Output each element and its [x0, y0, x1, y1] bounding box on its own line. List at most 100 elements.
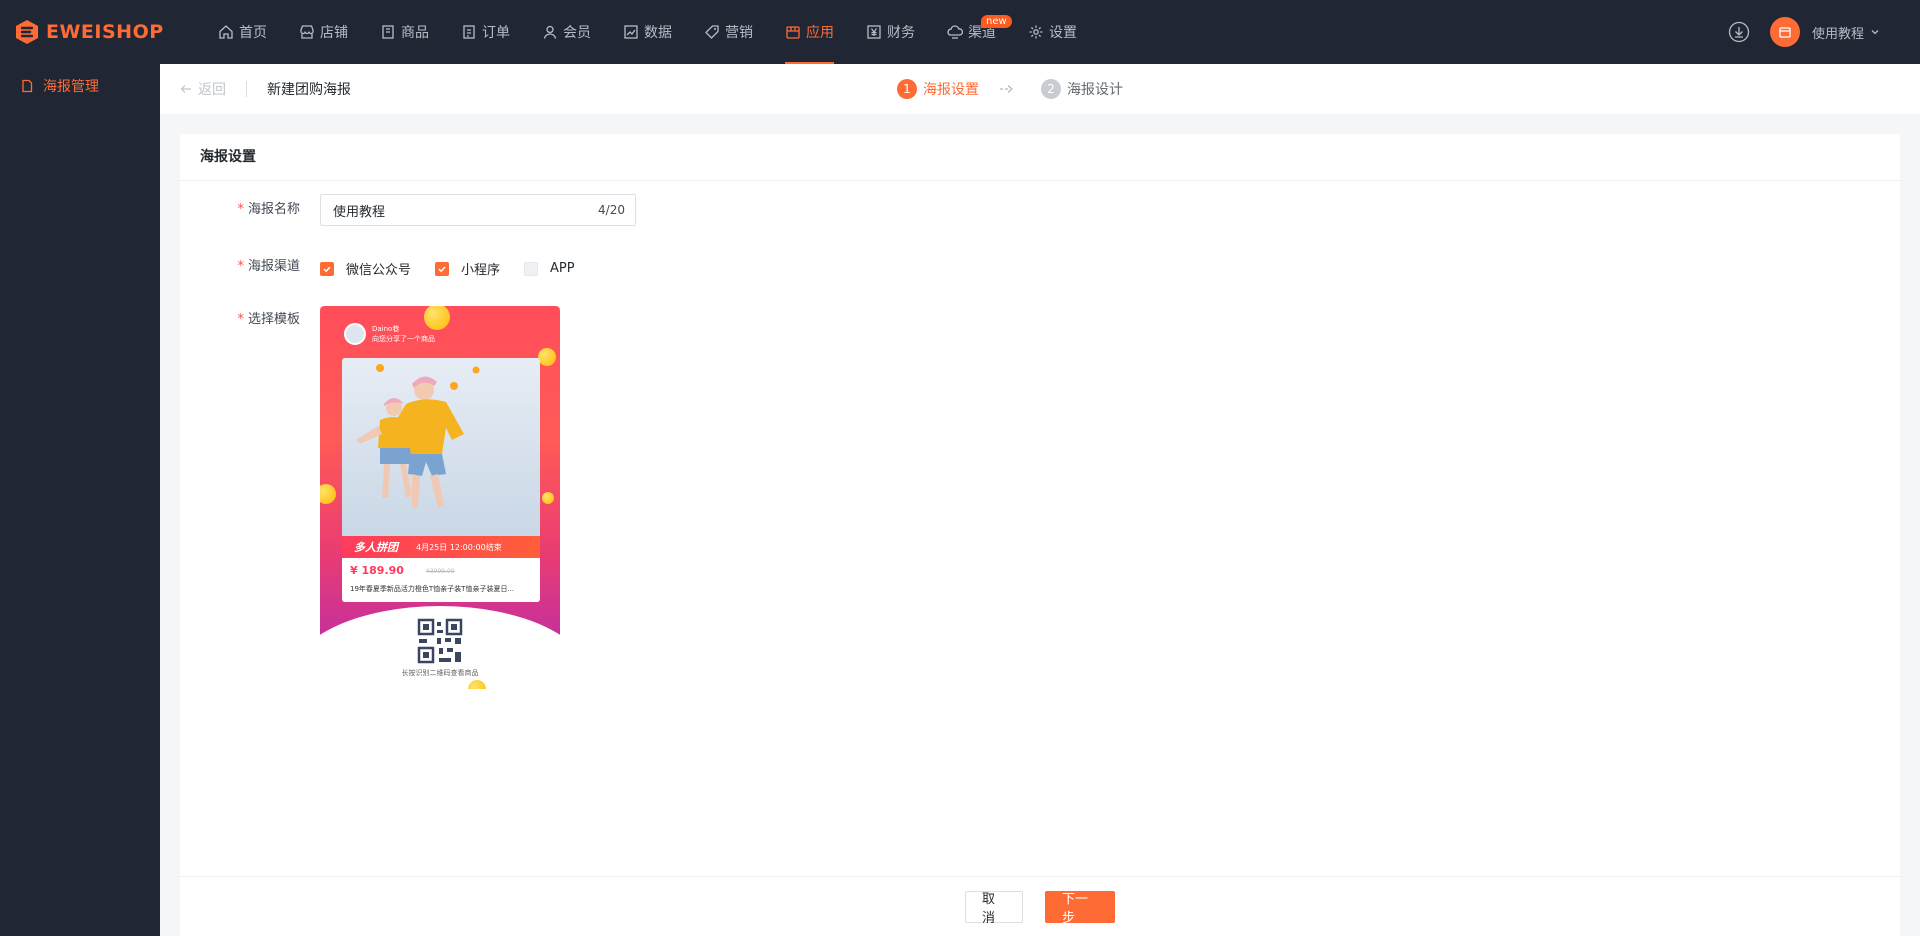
step-poster-settings: 1 海报设置	[897, 79, 979, 99]
nav-item-label: 首页	[239, 25, 267, 41]
poster-template-label: * 选择模板	[237, 312, 300, 327]
poster-desc: 19年春夏季新品活力橙色T恤亲子装T恤亲子装夏日...	[350, 585, 515, 593]
qr-code-icon	[417, 618, 463, 664]
step-label: 海报设置	[923, 82, 979, 98]
finance-icon	[867, 25, 881, 39]
page-header: 返回 新建团购海报 1 海报设置 2 海报设计	[160, 64, 1920, 114]
channel-checkbox-group: 微信公众号 小程序 APP	[320, 259, 599, 278]
steps: 1 海报设置 2 海报设计	[897, 64, 1123, 114]
nav-item-app[interactable]: 应用	[769, 0, 850, 64]
sidebar: 海报管理	[0, 64, 160, 936]
nav-item-finance[interactable]: 财务	[850, 0, 931, 64]
checkbox-checked[interactable]	[320, 261, 334, 276]
poster-price: ¥ 189.90	[350, 564, 404, 577]
shop-avatar-icon	[1779, 27, 1791, 38]
main-nav: 首页 店铺 商品 订单 会员 数据 营销 应用 财务 渠道 new 设置	[202, 0, 1093, 64]
poster-name-input[interactable]: 使用教程 4/20	[320, 194, 636, 226]
poster-template-preview[interactable]: Daino巷 向您分享了一个商品 多人拼团 4月25日 12:00:00结束 ¥…	[320, 306, 560, 689]
poster-icon	[22, 79, 33, 93]
step-poster-design: 2 海报设计	[1041, 79, 1123, 99]
poster-qr-code	[415, 617, 465, 665]
next-step-button[interactable]: 下一步	[1045, 890, 1115, 926]
coin-decoration	[538, 348, 556, 366]
nav-item-label: 订单	[482, 25, 510, 41]
poster-user-text: Daino巷 向您分享了一个商品	[372, 324, 435, 344]
poster-banner-title: 多人拼团	[354, 541, 398, 554]
checkbox-checked[interactable]	[435, 261, 450, 276]
nav-item-data[interactable]: 数据	[607, 0, 688, 64]
nav-item-store[interactable]: 店铺	[283, 0, 364, 64]
brand-logo[interactable]: EWEISHOP	[14, 19, 184, 45]
chart-icon	[624, 25, 638, 39]
top-navbar: EWEISHOP 首页 店铺 商品 订单 会员 数据 营销 应用 财务 渠道 n…	[0, 0, 1920, 64]
nav-item-label: 会员	[563, 25, 591, 41]
chevron-down-icon[interactable]	[1870, 27, 1880, 37]
poster-banner-time: 4月25日 12:00:00结束	[416, 542, 502, 552]
page-title: 新建团购海报	[267, 82, 351, 98]
required-mark: *	[237, 202, 244, 217]
checkbox-wechat[interactable]: 微信公众号	[320, 259, 411, 278]
poster-channel-row: * 海报渠道 微信公众号 小程序 APP	[180, 258, 599, 278]
arrow-right-icon	[1000, 85, 1013, 93]
nav-item-channel[interactable]: 渠道 new	[931, 0, 1012, 64]
poster-user: Daino巷 向您分享了一个商品	[344, 323, 435, 345]
poster-name-value: 使用教程	[333, 204, 386, 220]
new-badge: new	[981, 15, 1012, 28]
poster-name-label: * 海报名称	[237, 202, 300, 217]
char-count: 4/20	[598, 203, 625, 217]
nav-item-goods[interactable]: 商品	[364, 0, 445, 64]
sidebar-item-label: 海报管理	[43, 79, 99, 95]
member-icon	[543, 25, 557, 39]
nav-item-marketing[interactable]: 营销	[688, 0, 769, 64]
checkbox-miniprogram[interactable]: 小程序	[435, 259, 500, 278]
app-icon	[786, 26, 800, 39]
back-label: 返回	[198, 82, 226, 98]
check-icon	[438, 266, 446, 272]
sidebar-item-poster-management[interactable]: 海报管理	[0, 64, 160, 108]
poster-info: ¥ 189.90 ¥3999.00 19年春夏季新品活力橙色T恤亲子装T恤亲子装…	[342, 558, 540, 602]
nav-item-label: 数据	[644, 25, 672, 41]
download-icon[interactable]	[1728, 21, 1750, 43]
cancel-button[interactable]: 取消	[965, 890, 1023, 926]
check-icon	[323, 266, 331, 272]
nav-item-member[interactable]: 会员	[526, 0, 607, 64]
nav-item-label: 营销	[725, 25, 753, 41]
gear-icon	[1029, 25, 1043, 39]
nav-item-home[interactable]: 首页	[202, 0, 283, 64]
checkbox-label: 微信公众号	[346, 263, 412, 278]
back-button[interactable]: 返回	[180, 79, 226, 99]
required-mark: *	[237, 312, 244, 327]
user-name[interactable]: 使用教程	[1812, 23, 1864, 42]
poster-settings-card: 海报设置 * 海报名称 使用教程 4/20 * 海报渠道 微信公众号 小程序 A…	[180, 134, 1900, 936]
coin-decoration	[542, 492, 554, 504]
form-footer: 取消 下一步	[180, 876, 1900, 936]
checkbox-label: APP	[550, 261, 575, 276]
checkbox-label: 小程序	[461, 263, 501, 278]
nav-item-label: 应用	[806, 25, 834, 41]
poster-qr-text: 长按识别二维码查看商品	[401, 669, 479, 677]
required-mark: *	[237, 259, 244, 274]
avatar[interactable]	[1769, 17, 1800, 47]
checkbox-app[interactable]: APP	[524, 261, 575, 276]
home-icon	[219, 25, 233, 39]
nav-item-label: 财务	[887, 25, 915, 41]
poster-channel-label: * 海报渠道	[237, 259, 300, 274]
nav-item-label: 设置	[1049, 25, 1077, 41]
nav-item-order[interactable]: 订单	[445, 0, 526, 64]
checkbox-unchecked[interactable]	[524, 261, 539, 276]
channel-icon	[947, 25, 963, 39]
step-number: 2	[1041, 79, 1061, 99]
poster-product-photo	[342, 358, 540, 536]
step-number: 1	[897, 79, 917, 99]
brand-name: EWEISHOP	[46, 21, 164, 43]
poster-banner: 多人拼团 4月25日 12:00:00结束	[342, 536, 540, 558]
nav-item-settings[interactable]: 设置	[1012, 0, 1093, 64]
poster-old-price: ¥3999.00	[426, 568, 455, 575]
top-right-tools: 使用教程	[1728, 0, 1880, 64]
poster-template-row: * 选择模板 Daino巷 向您分享了一个商品 多人拼团 4月25日 12:00…	[180, 306, 560, 689]
eweishop-logo-icon	[16, 20, 38, 44]
poster-user-sub: 向您分享了一个商品	[372, 335, 435, 343]
card-title: 海报设置	[180, 134, 1900, 181]
header-divider	[246, 81, 247, 97]
product-photo-illustration	[356, 364, 480, 508]
